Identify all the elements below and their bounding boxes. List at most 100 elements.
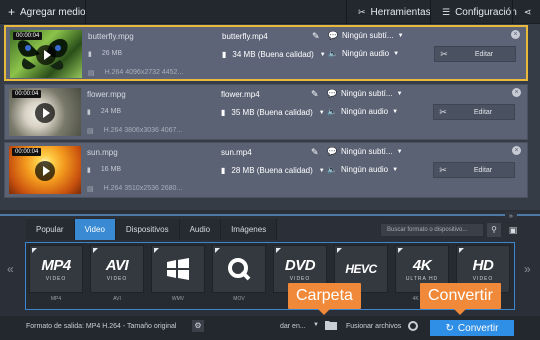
save-location-dropdown[interactable]: dar en... [280,323,306,330]
tab-video[interactable]: Video [74,219,116,240]
audio-dropdown[interactable]: 🔈 Ningún audio ▼ [327,107,398,116]
format-mp4[interactable]: MP4 VIDEO MP4 [29,245,83,309]
source-filename: butterfly.mpg [88,32,134,41]
video-converter-window: + Agregar medio ✂ Herramientas ☰ Configu… [0,0,540,340]
format-caption: AVI [113,296,121,302]
corner-icon [337,248,342,253]
source-filename: flower.mpg [87,90,126,99]
edit-button[interactable]: ✂ Editar [434,46,516,62]
file-icon: ▮ [87,109,91,116]
file-icon: ▮ [221,166,226,175]
format-wmv[interactable]: WMV [151,245,205,309]
folder-tooltip: Carpeta [288,283,361,315]
output-size[interactable]: ▮ 34 MB (Buena calidad) ▼ [222,50,326,59]
remove-file-icon[interactable]: × [511,30,520,39]
source-size: ▮ 16 MB [87,166,121,174]
plus-icon: + [8,5,16,19]
chevron-down-icon: ▼ [392,166,399,173]
tools-button[interactable]: ✂ Herramientas [350,0,439,24]
file-icon: ▮ [221,108,226,117]
format-caption: WMV [171,296,185,302]
share-button[interactable]: ⋖ [516,0,540,24]
rename-pencil-icon[interactable]: ✎ [311,89,319,100]
output-size[interactable]: ▮ 35 MB (Buena calidad) ▼ [221,108,325,117]
divider [512,0,513,24]
corner-icon [459,248,464,253]
format-search-input[interactable]: Buscar formato o dispositivo... [380,223,484,237]
format-mov[interactable]: MOV [212,245,266,309]
device-detect-icon[interactable]: ▣ [506,223,520,237]
search-icon[interactable]: ⚲ [487,223,501,237]
chevron-down-icon: ▼ [396,90,403,97]
source-info-value: H.264 4096x2732 4452... [104,69,184,76]
format-logo: AVI [105,256,129,274]
chevron-down-icon: ▼ [318,167,325,174]
remove-file-icon[interactable]: × [512,88,521,97]
format-tile [212,245,266,293]
format-tabs: Popular Video Dispositivos Audio Imágene… [26,219,278,240]
play-icon[interactable] [35,161,55,181]
video-thumbnail[interactable]: 00:00:04 [10,30,82,78]
scroll-right-icon[interactable]: » [524,262,531,276]
edit-label: Editar [473,108,493,116]
file-icon: ▮ [88,51,92,58]
output-size[interactable]: ▮ 28 MB (Buena calidad) ▼ [221,166,325,175]
source-info-value: H.264 3806x3036 4067... [103,127,183,134]
corner-icon [32,248,37,253]
add-media-button[interactable]: + Agregar medio [0,0,94,24]
chevron-down-icon: ▼ [396,148,403,155]
duration-badge: 00:00:04 [13,32,43,40]
convert-button[interactable]: ↻ Convertir [430,320,514,336]
video-thumbnail[interactable]: 00:00:04 [9,146,81,194]
format-logo-sub: VIDEO [472,275,494,282]
subtitles-dropdown[interactable]: 💬 Ningún subtí... ▼ [327,89,403,98]
merge-files-toggle[interactable] [408,321,418,331]
audio-dropdown[interactable]: 🔈 Ningún audio ▼ [327,165,398,174]
windows-logo-icon [167,258,189,280]
rename-pencil-icon[interactable]: ✎ [311,147,319,158]
file-item-flower[interactable]: 00:00:04 flower.mpg ▮ 24 MB ▤ H.264 3806x3… [4,84,528,140]
output-size-value: 35 MB (Buena calidad) [231,108,313,117]
edit-button[interactable]: ✂ Editar [433,162,515,178]
corner-icon [215,248,220,253]
duration-badge: 00:00:04 [12,148,42,156]
audio-value: Ningún audio [340,107,389,116]
play-icon[interactable] [35,103,55,123]
tab-audio[interactable]: Audio [179,219,222,240]
format-tile: AVI VIDEO [90,245,144,293]
audio-dropdown[interactable]: 🔈 Ningún audio ▼ [328,49,399,58]
gear-icon[interactable]: ⚙ [192,320,204,332]
file-item-butterfly[interactable]: 00:00:04 butterfly.mpg ▮ 26 MB ▤ H.264 409… [4,25,528,81]
corner-icon [93,248,98,253]
edit-label: Editar [473,166,493,174]
remove-file-icon[interactable]: × [512,146,521,155]
video-thumbnail[interactable]: 00:00:04 [9,88,81,136]
source-size: ▮ 24 MB [87,108,121,116]
source-size: ▮ 26 MB [88,50,122,58]
file-item-sun[interactable]: 00:00:04 sun.mpg ▮ 16 MB ▤ H.264 3510x2536… [4,142,528,198]
play-icon[interactable] [36,45,56,65]
corner-icon [398,248,403,253]
subtitles-dropdown[interactable]: 💬 Ningún subtí... ▼ [327,147,403,156]
format-logo: HD [472,256,494,274]
scroll-left-icon[interactable]: « [7,262,14,276]
folder-icon[interactable] [325,320,337,330]
file-icon: ▮ [222,50,227,59]
format-caption: MP4 [50,296,62,302]
chevron-down-icon: ▼ [392,108,399,115]
format-logo: HEVC [345,262,377,276]
edit-label: Editar [474,50,494,58]
subtitles-dropdown[interactable]: 💬 Ningún subtí... ▼ [328,31,404,40]
film-icon: ▤ [87,186,94,193]
tab-devices[interactable]: Dispositivos [115,219,180,240]
source-info: ▤ H.264 4096x2732 4452... [88,69,183,77]
subtitles-value: Ningún subtí... [340,89,393,98]
tab-popular[interactable]: Popular [26,219,75,240]
edit-button[interactable]: ✂ Editar [433,104,515,120]
format-avi[interactable]: AVI VIDEO AVI [90,245,144,309]
chevron-down-icon[interactable]: ▼ [313,322,319,328]
rename-pencil-icon[interactable]: ✎ [312,31,320,42]
tab-images[interactable]: Imágenes [221,219,278,240]
format-tile: MP4 VIDEO [29,245,83,293]
top-toolbar: + Agregar medio ✂ Herramientas ☰ Configu… [0,0,540,24]
